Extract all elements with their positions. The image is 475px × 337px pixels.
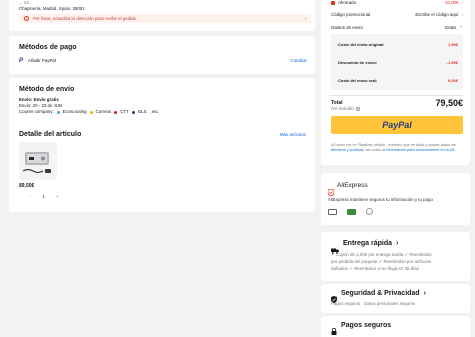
- savings-value: -10,00€: [443, 0, 459, 5]
- chevron-right-icon[interactable]: ›: [396, 239, 398, 248]
- secure-payments-title: Pagos seguros: [341, 322, 392, 329]
- courier-gls: GLS: [137, 109, 147, 114]
- chevron-right-icon[interactable]: ›: [424, 289, 426, 298]
- quantity-stepper: - 1 +: [29, 193, 59, 201]
- breakdown-value: 0,00€: [447, 78, 458, 83]
- breakdown-value: -1,99€: [446, 60, 458, 65]
- savings-label: Ahorrado: [338, 0, 357, 5]
- gls-icon: [131, 110, 135, 114]
- breakdown-value: 1,99€: [447, 42, 458, 47]
- courier-ecoscooting: Ecoscooting: [62, 109, 87, 114]
- shipping-cost-label: Gastos de envío: [331, 25, 363, 30]
- breakdown-label: Coste del envío original:: [338, 42, 385, 47]
- certified-seal-icon: [366, 208, 373, 215]
- coupon-icon: [331, 1, 335, 5]
- courier-row: Courier company: Ecoscooting Correos CTT…: [19, 109, 159, 115]
- address-warning-text: Por favor, actualiza la dirección para r…: [33, 15, 136, 21]
- quantity-decrease-button[interactable]: -: [29, 194, 30, 200]
- item-price: 89,50€: [19, 183, 35, 189]
- shipping-title: Método de envío: [19, 86, 75, 93]
- info-icon[interactable]: ?: [355, 107, 360, 111]
- fast-delivery-line: ✓ Cupón de 1,00€ por entrega tardía ✓ Re…: [331, 252, 432, 257]
- secure-payments-card: Pagos seguros: [321, 316, 470, 337]
- chevron-right-icon: ›: [461, 12, 463, 17]
- item-detail-title: Detalle del artículo: [19, 131, 82, 138]
- privacy-card: Seguridad & Privacidad › Pagos seguros ·…: [321, 284, 470, 313]
- quantity-increase-button[interactable]: +: [56, 194, 59, 200]
- more-items-link[interactable]: Más artículos: [280, 132, 306, 138]
- fast-delivery-title: Entrega rápida: [343, 240, 393, 247]
- card-security-icon: [328, 208, 337, 215]
- legal-text: Al hacer clic en 'Realizar pedido', conf…: [331, 143, 465, 153]
- paypal-icon: P: [19, 58, 24, 64]
- chevron-right-icon: ›: [304, 15, 306, 21]
- change-payment-link[interactable]: Cambiar: [290, 58, 307, 64]
- lock-icon: [331, 322, 337, 335]
- add-paypal-option[interactable]: P Añadir PayPal: [19, 58, 56, 64]
- trust-text: AliExpress mantiene seguros tu informaci…: [328, 197, 433, 202]
- consumer-info-link[interactable]: Información para consumidores en la UE.: [386, 148, 456, 152]
- address-card: ... 24 ... Chapinería, Madrid, Spain, 28…: [9, 0, 315, 31]
- courier-etc: , etc.: [149, 109, 160, 114]
- product-image[interactable]: [19, 142, 57, 180]
- fast-delivery-card: Entrega rápida › ✓ Cupón de 1,00€ por en…: [321, 232, 470, 281]
- promo-code-input[interactable]: Escribe el código aquí: [415, 12, 458, 18]
- privacy-title: Seguridad & Privacidad: [341, 290, 420, 297]
- chevron-right-icon: ›: [461, 0, 463, 5]
- payment-card: Métodos de pago P Añadir PayPal Cambiar: [9, 36, 315, 74]
- truck-icon: [331, 241, 339, 254]
- legal-text-part: Al hacer clic en 'Realizar pedido', conf…: [331, 143, 456, 147]
- paypal-checkout-button[interactable]: PayPal: [331, 116, 463, 134]
- ecoscooting-icon: [56, 110, 60, 114]
- paypal-logo-icon: PayPal: [382, 120, 412, 130]
- shipping-breakdown: Coste del envío original: 1,99€ Descuent…: [331, 34, 463, 90]
- fast-delivery-line: dañados ✓ Reembolso si no llega en 35 dí…: [331, 266, 419, 271]
- divider: [331, 95, 463, 96]
- ctt-icon: [114, 110, 118, 114]
- warning-icon: !: [24, 16, 29, 21]
- quantity-value[interactable]: 1: [42, 194, 44, 200]
- courier-ctt: CTT: [120, 109, 129, 114]
- aliexpress-brand: AliExpress: [337, 182, 368, 189]
- privacy-text: Pagos seguros · Datos personales seguros: [331, 301, 416, 306]
- shield-icon: [327, 183, 335, 196]
- address-warning[interactable]: ! Por favor, actualiza la dirección para…: [19, 14, 311, 23]
- items-card: Método de envío Envío: Envío gratis Enví…: [9, 78, 315, 212]
- iva-label: IVA incluido: [331, 106, 354, 111]
- fast-delivery-line: por pérdida del paquete ✓ Reembolso por …: [331, 259, 432, 264]
- correos-icon: [89, 110, 93, 114]
- courier-correos: Correos: [95, 109, 112, 114]
- iva-note: IVA incluido ?: [331, 106, 360, 112]
- total-value: 79,50€: [435, 98, 463, 108]
- shipping-cost-value: Gratis: [444, 25, 457, 30]
- legal-text-part: , así como la: [363, 147, 386, 152]
- breakdown-label: Coste del envío real:: [338, 78, 378, 83]
- payment-title: Métodos de pago: [19, 44, 77, 51]
- breakdown-label: Descuento de envío:: [338, 60, 378, 65]
- promo-label: Código promocional: [331, 12, 371, 17]
- summary-card: Ahorrado -10,00€ › Código promocional Es…: [321, 0, 470, 165]
- terms-link[interactable]: términos y políticas: [331, 148, 364, 152]
- verified-badge-icon: [347, 208, 356, 215]
- trust-card: AliExpress AliExpress mantiene seguros t…: [321, 173, 470, 225]
- add-paypal-label: Añadir PayPal: [28, 58, 56, 63]
- chevron-up-icon[interactable]: ⌃: [459, 25, 463, 31]
- shield-check-icon: [331, 290, 337, 303]
- courier-label: Courier company:: [19, 109, 54, 114]
- address-line2: Chapinería, Madrid, Spain, 28001: [19, 6, 85, 11]
